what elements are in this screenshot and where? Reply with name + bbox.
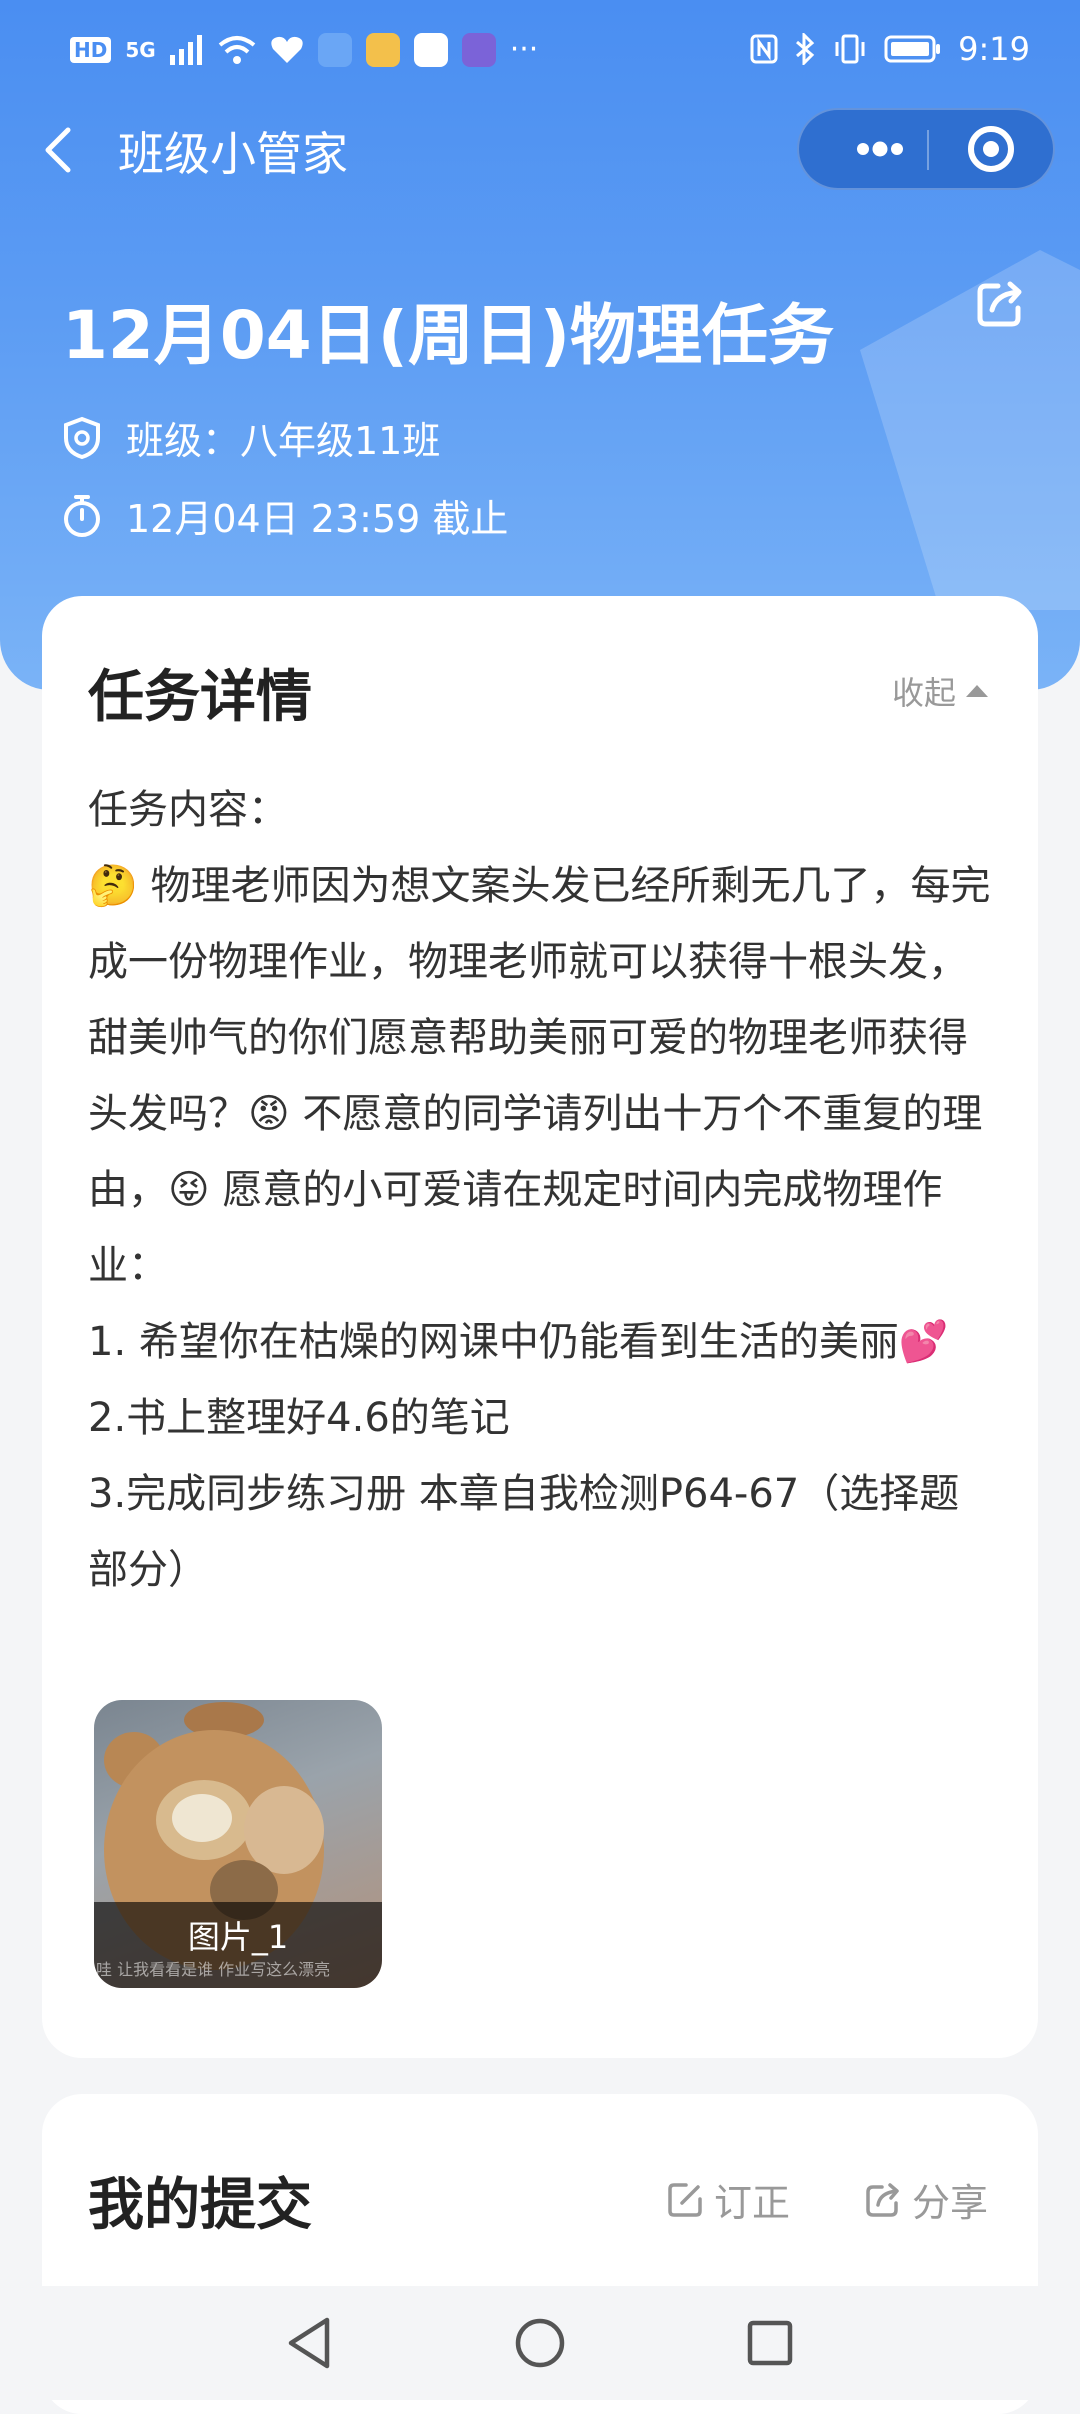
bluetooth-icon	[796, 33, 815, 65]
correct-button[interactable]: 订正	[666, 2172, 790, 2227]
square-recents-icon	[747, 2320, 793, 2366]
task-header: HD 5G ··· 9:19 班级小管家 12月04日(周日)物理任务 班级：八…	[0, 0, 1080, 690]
close-mini-program-icon[interactable]	[959, 110, 1039, 188]
graduation-icon	[461, 32, 496, 67]
image-subtitle-text: 哇 让我看看是谁 作业写这么漂亮	[96, 1960, 331, 1979]
capsule-divider	[927, 130, 929, 170]
system-nav-bar	[0, 2286, 1080, 2400]
nav-title: 班级小管家	[118, 127, 348, 181]
more-icon[interactable]	[835, 110, 925, 188]
signal-icon	[169, 34, 202, 65]
collapse-label: 收起	[891, 674, 956, 712]
image-attachment[interactable]: 图片_1 哇 让我看看是谁 作业写这么漂亮	[94, 1700, 382, 1988]
sina-icon	[413, 32, 448, 67]
shield-icon	[64, 416, 100, 459]
triangle-back-icon	[288, 2317, 330, 2369]
circle-home-icon	[515, 2318, 565, 2368]
edit-icon	[668, 2182, 702, 2217]
collapse-button[interactable]: 收起	[892, 668, 990, 714]
correct-label: 订正	[714, 2181, 791, 2225]
network-indicator: 5G	[125, 37, 156, 62]
caret-up-icon	[966, 685, 988, 697]
cloud-icon	[317, 32, 352, 67]
share-submission-button[interactable]: 分享	[864, 2172, 988, 2227]
stopwatch-icon	[64, 494, 100, 537]
status-bar: HD 5G ··· 9:19	[0, 0, 1080, 100]
battery-icon	[884, 35, 941, 63]
details-heading: 任务详情	[88, 665, 312, 730]
task-content: 任务内容： 🤔 物理老师因为想文案头发已经所剩无几了，每完成一份物理作业，物理老…	[88, 787, 991, 1593]
nfc-icon	[750, 34, 778, 64]
watermark-logo-icon	[860, 250, 1080, 610]
back-arrow-icon[interactable]	[38, 122, 78, 178]
nav-home-button[interactable]	[480, 2286, 600, 2400]
share-icon[interactable]	[972, 276, 1028, 332]
page-title: 12月04日(周日)物理任务	[62, 297, 835, 374]
more-status-indicator: ···	[509, 32, 539, 67]
submission-heading: 我的提交	[88, 2173, 312, 2238]
hd-indicator: HD	[70, 36, 112, 63]
mini-program-capsule	[797, 108, 1055, 190]
class-label: 班级：八年级11班	[126, 419, 441, 463]
weibo-icon	[365, 32, 400, 67]
wifi-icon	[218, 35, 255, 64]
task-details-card: 任务详情 收起 任务内容： 🤔 物理老师因为想文案头发已经所剩无几了，每完成一份…	[42, 596, 1038, 2058]
vibrate-icon	[835, 34, 865, 64]
deadline-info: 12月04日 23:59 截止	[62, 488, 508, 543]
deadline-label: 12月04日 23:59 截止	[126, 497, 509, 541]
nav-recents-button[interactable]	[710, 2286, 830, 2400]
share-icon	[866, 2182, 899, 2217]
heart-check-icon	[271, 36, 303, 63]
class-info: 班级：八年级11班	[62, 410, 440, 465]
share-label: 分享	[912, 2181, 989, 2225]
clock: 9:19	[958, 30, 1030, 68]
nav-back-button[interactable]	[250, 2286, 370, 2400]
